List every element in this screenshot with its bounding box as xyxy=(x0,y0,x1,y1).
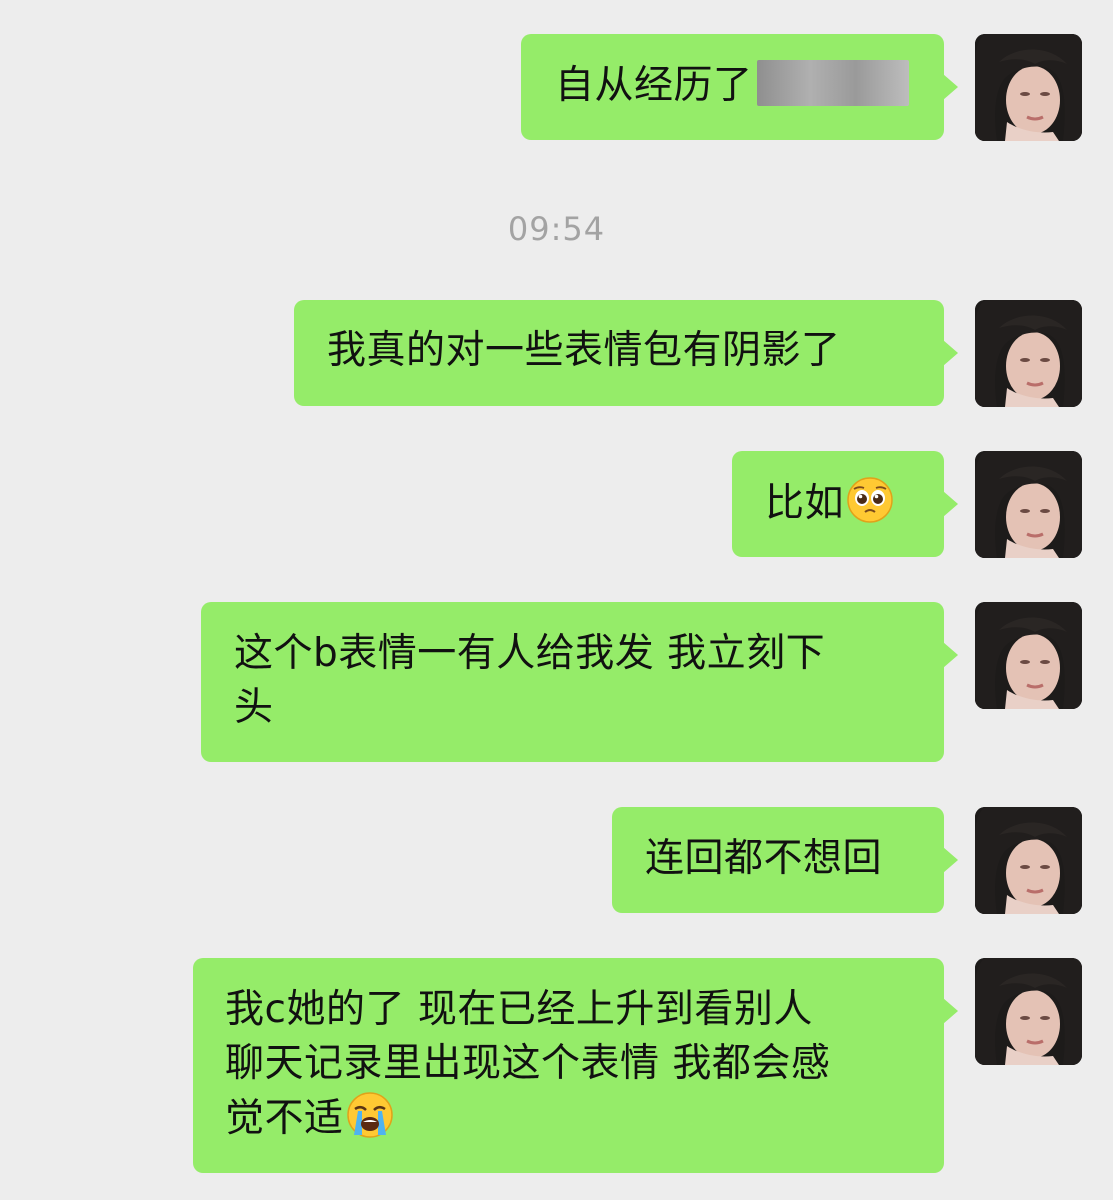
message-text: 比如 xyxy=(765,481,845,526)
message-bubble[interactable]: 连回都不想回 xyxy=(612,807,958,913)
avatar-image xyxy=(975,958,1082,1065)
message-text: 我真的对一些表情包有阴影了 xyxy=(327,328,841,373)
message-text-line: 头 xyxy=(234,685,274,730)
avatar-image xyxy=(975,602,1082,709)
avatar[interactable] xyxy=(975,300,1082,407)
loudly-crying-face-emoji xyxy=(346,1092,393,1138)
message-timestamp: 09:54 xyxy=(507,210,606,248)
avatar[interactable] xyxy=(975,807,1082,914)
avatar[interactable] xyxy=(975,602,1082,709)
message-text-line-with-emoji: 觉不适 xyxy=(225,1091,944,1146)
avatar-image xyxy=(975,451,1082,558)
avatar-image xyxy=(975,300,1082,407)
avatar[interactable] xyxy=(975,958,1082,1065)
message-bubble[interactable]: 我真的对一些表情包有阴影了 xyxy=(294,300,958,406)
message-bubble[interactable]: 自从经历了 xyxy=(521,34,958,140)
avatar-image xyxy=(975,34,1082,141)
message-bubble[interactable]: 我c她的了 现在已经上升到看别人 聊天记录里出现这个表情 我都会感 觉不适 xyxy=(193,958,958,1173)
avatar[interactable] xyxy=(975,451,1082,558)
pleading-face-emoji xyxy=(847,477,893,523)
message-text-line: 这个b表情一有人给我发 我立刻下 xyxy=(234,631,826,676)
message-text: 连回都不想回 xyxy=(645,836,883,881)
message-bubble[interactable]: 这个b表情一有人给我发 我立刻下 头 xyxy=(201,602,958,762)
message-bubble[interactable]: 比如 xyxy=(732,451,958,557)
avatar[interactable] xyxy=(975,34,1082,141)
avatar-image xyxy=(975,807,1082,914)
message-text-line: 聊天记录里出现这个表情 我都会感 xyxy=(225,1041,831,1086)
message-text-line: 我c她的了 现在已经上升到看别人 xyxy=(225,987,813,1032)
redacted-text-blur xyxy=(756,60,909,106)
message-text: 自从经历了 xyxy=(555,63,753,108)
message-text-line: 觉不适 xyxy=(225,1096,344,1141)
